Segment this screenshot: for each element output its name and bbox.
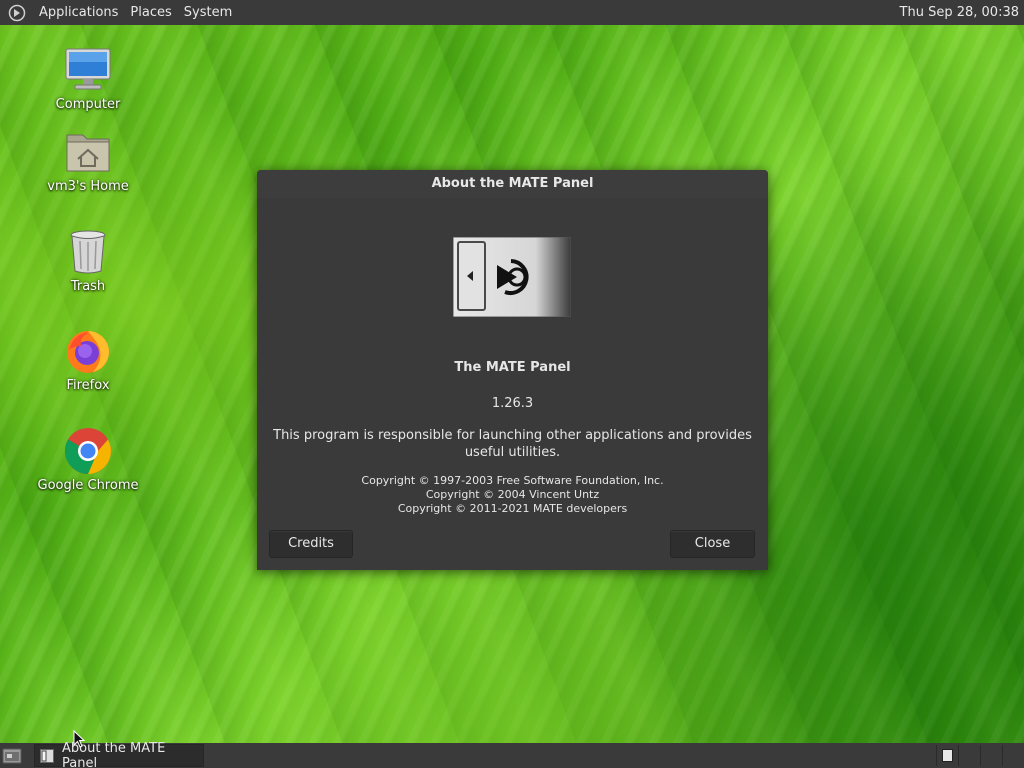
desktop-icon-trash[interactable]: Trash [33,227,143,294]
about-dialog: About the MATE Panel The MATE Panel 1.26… [257,170,768,570]
menu-places[interactable]: Places [124,0,177,25]
copyright-line: Copyright © 1997-2003 Free Software Foun… [361,474,664,487]
desktop-icon-label: Trash [70,279,106,294]
credits-button[interactable]: Credits [269,530,353,558]
program-version: 1.26.3 [491,396,534,411]
computer-icon [63,45,113,95]
desktop-icon-computer[interactable]: Computer [33,45,143,112]
workspace-2[interactable] [958,745,980,766]
mate-panel-logo-icon [452,236,572,318]
show-desktop-icon[interactable] [2,747,24,765]
home-folder-icon [63,127,113,177]
copyright-line: Copyright © 2004 Vincent Untz [425,488,600,501]
top-panel: Applications Places System Thu Sep 28, 0… [0,0,1024,25]
workspace-1[interactable] [936,745,958,766]
dialog-titlebar[interactable]: About the MATE Panel [257,170,768,198]
program-name: The MATE Panel [454,360,571,375]
desktop-icon-label: Google Chrome [37,478,139,493]
clock[interactable]: Thu Sep 28, 00:38 [900,5,1019,20]
copyright-line: Copyright © 2011-2021 MATE developers [397,502,628,515]
menu-system[interactable]: System [178,0,238,25]
chrome-icon [63,426,113,476]
desktop-icon-label: Computer [55,97,121,112]
close-button[interactable]: Close [670,530,755,558]
mate-logo-icon[interactable] [7,3,27,23]
taskbar-item-about-dialog[interactable]: About the MATE Panel [34,741,204,768]
workspace-switcher [936,745,1024,766]
bottom-panel: About the MATE Panel [0,741,1024,768]
workspace-3[interactable] [980,745,1002,766]
desktop-icon-label: vm3's Home [47,179,129,194]
desktop-icon-firefox[interactable]: Firefox [33,326,143,393]
mouse-cursor-icon [73,729,86,748]
trash-icon [63,227,113,277]
mate-panel-small-icon [40,748,54,763]
copyright-block: Copyright © 1997-2003 Free Software Foun… [257,474,768,516]
desktop-icon-label: Firefox [66,378,110,393]
program-comments: This program is responsible for launchin… [273,428,752,460]
desktop-icon-chrome[interactable]: Google Chrome [33,426,143,493]
workspace-4[interactable] [1002,745,1024,766]
firefox-icon [63,326,113,376]
menu-applications[interactable]: Applications [33,0,124,25]
desktop-icon-home[interactable]: vm3's Home [33,127,143,194]
